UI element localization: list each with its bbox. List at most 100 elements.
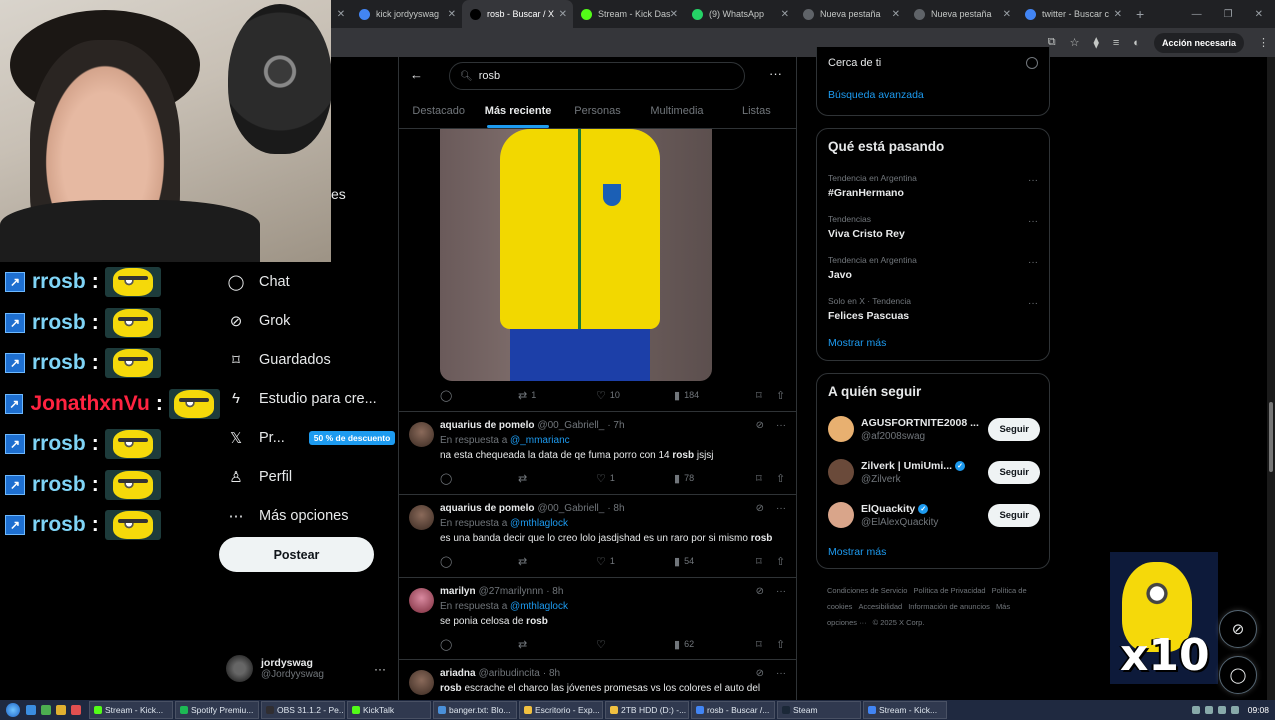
- tweet-timestamp[interactable]: · 8h: [546, 586, 563, 597]
- sidebar-item-lightning[interactable]: ϟ Estudio para cre...: [218, 379, 398, 418]
- reply-button[interactable]: ◯: [440, 638, 518, 651]
- tab-close-icon[interactable]: ✕: [1114, 9, 1122, 20]
- volume-icon[interactable]: [1230, 706, 1239, 714]
- tray-icon[interactable]: [1191, 706, 1200, 714]
- tweet-timestamp[interactable]: · 7h: [607, 420, 624, 431]
- quicklaunch-folder-icon[interactable]: [56, 705, 66, 715]
- tab-close-icon[interactable]: ✕: [331, 9, 351, 20]
- profile-avatar-icon[interactable]: ◐: [1133, 37, 1140, 49]
- sidebar-item-chat[interactable]: ◯ Chat: [218, 262, 398, 301]
- like-button[interactable]: ♡ 10: [596, 389, 674, 402]
- trend-more-icon[interactable]: ···: [1028, 175, 1038, 186]
- trend-item[interactable]: Solo en X · Tendencia Felices Pascuas ···: [828, 296, 1038, 322]
- extensions-icon[interactable]: ⧫: [1093, 36, 1098, 49]
- tweet-more-icon[interactable]: ···: [776, 503, 786, 514]
- reply-mention-link[interactable]: @_mmarianc: [510, 435, 570, 446]
- footer-link[interactable]: Política de Privacidad: [913, 586, 985, 595]
- browser-tab[interactable]: Stream - Kick Das ✕: [573, 0, 684, 28]
- tweet-author-handle[interactable]: @00_Gabriell_: [537, 503, 604, 514]
- account-more-icon[interactable]: ···: [374, 662, 386, 676]
- page-scrollbar[interactable]: [1267, 57, 1275, 700]
- taskbar-item[interactable]: Stream - Kick...: [863, 701, 947, 719]
- like-button[interactable]: ♡ 1: [596, 472, 674, 485]
- bookmark-button[interactable]: ⌑: [756, 472, 776, 485]
- more-options-icon[interactable]: ···: [769, 66, 782, 81]
- sidebar-item-bookmark[interactable]: ⌑ Guardados: [218, 340, 398, 379]
- like-button[interactable]: ♡: [596, 638, 674, 651]
- share-button[interactable]: ⇧: [776, 389, 785, 402]
- repost-button[interactable]: ⇄: [518, 555, 596, 568]
- tweet-author-name[interactable]: ariadna: [440, 668, 476, 679]
- tweet[interactable]: aquarius de pomelo @00_Gabriell_ · 7h En re…: [399, 411, 796, 494]
- tweet-author-name[interactable]: marilyn: [440, 586, 476, 597]
- follow-show-more-link[interactable]: Mostrar más: [828, 546, 886, 558]
- repost-button[interactable]: ⇄: [518, 638, 596, 651]
- tweet-more-icon[interactable]: ···: [776, 586, 786, 597]
- action-required-button[interactable]: Acción necesaria: [1153, 32, 1244, 53]
- avatar[interactable]: [409, 588, 434, 613]
- taskbar-item[interactable]: KickTalk: [347, 701, 431, 719]
- browser-tab[interactable]: (9) WhatsApp ✕: [684, 0, 795, 28]
- like-button[interactable]: ♡ 1: [596, 555, 674, 568]
- bookmark-button[interactable]: ⌑: [756, 555, 776, 568]
- tab-close-icon[interactable]: ✕: [448, 9, 456, 20]
- follow-suggestion[interactable]: ElQuackity ✓ @ElAlexQuackity Seguir: [828, 500, 1040, 530]
- messages-float-button[interactable]: ◯: [1219, 656, 1257, 694]
- tweet-timestamp[interactable]: · 8h: [543, 668, 560, 679]
- search-tab[interactable]: Más reciente: [478, 96, 557, 128]
- browser-tab[interactable]: rosb - Buscar / X ✕: [462, 0, 573, 28]
- tab-close-icon[interactable]: ✕: [892, 9, 900, 20]
- repost-button[interactable]: ⇄: [518, 472, 596, 485]
- new-tab-button[interactable]: +: [1128, 6, 1152, 22]
- browser-tab[interactable]: twitter - Buscar c ✕: [1017, 0, 1128, 28]
- taskbar-item[interactable]: Stream - Kick...: [89, 701, 173, 719]
- post-button[interactable]: Postear: [219, 537, 374, 572]
- follow-button[interactable]: Seguir: [988, 417, 1040, 441]
- trend-more-icon[interactable]: ···: [1028, 257, 1038, 268]
- trend-more-icon[interactable]: ···: [1028, 298, 1038, 309]
- tweet-author-handle[interactable]: @aribudincita: [479, 668, 540, 679]
- tweet-more-icon[interactable]: ···: [776, 668, 786, 679]
- trend-item[interactable]: Tendencias Viva Cristo Rey ···: [828, 214, 1038, 240]
- close-window-icon[interactable]: ✕: [1255, 9, 1263, 20]
- tray-icon[interactable]: [1204, 706, 1213, 714]
- share-button[interactable]: ⇧: [776, 638, 785, 651]
- tab-close-icon[interactable]: ✕: [559, 9, 567, 20]
- media-control-icon[interactable]: ≡: [1113, 37, 1119, 49]
- minimize-icon[interactable]: —: [1192, 9, 1202, 20]
- sidebar-item-more-options[interactable]: ⋯ Más opciones: [218, 496, 398, 535]
- follow-button[interactable]: Seguir: [988, 503, 1040, 527]
- footer-link[interactable]: Accesibilidad: [858, 602, 902, 611]
- tab-close-icon[interactable]: ✕: [781, 9, 789, 20]
- taskbar-item[interactable]: banger.txt: Blo...: [433, 701, 517, 719]
- scroll-thumb[interactable]: [1269, 402, 1273, 472]
- quicklaunch-app-icon[interactable]: [41, 705, 51, 715]
- search-tab[interactable]: Listas: [717, 96, 796, 128]
- grok-icon[interactable]: ⊘: [756, 420, 764, 431]
- bookmark-button[interactable]: ⌑: [756, 638, 776, 651]
- reply-mention-link[interactable]: @mthlaglock: [510, 601, 568, 612]
- browser-tab[interactable]: Nueva pestaña ✕: [795, 0, 906, 28]
- maximize-icon[interactable]: ❐: [1224, 9, 1233, 20]
- taskbar-item[interactable]: Steam: [777, 701, 861, 719]
- tweet[interactable]: aquarius de pomelo @00_Gabriell_ · 8h En re…: [399, 494, 796, 577]
- tweet-author-name[interactable]: aquarius de pomelo: [440, 503, 534, 514]
- sidebar-item-profile[interactable]: ♙ Perfil: [218, 457, 398, 496]
- trend-more-icon[interactable]: ···: [1028, 216, 1038, 227]
- footer-link[interactable]: Condiciones de Servicio: [827, 586, 907, 595]
- tweet-timestamp[interactable]: · 8h: [607, 503, 624, 514]
- grok-icon[interactable]: ⊘: [756, 668, 764, 679]
- search-input[interactable]: [478, 70, 719, 82]
- tab-close-icon[interactable]: ✕: [670, 9, 678, 20]
- tweet[interactable]: marilyn @27marilynnn · 8h En respuesta a @m…: [399, 577, 796, 659]
- tweet-author-handle[interactable]: @27marilynnn: [479, 586, 544, 597]
- bookmark-button[interactable]: ⌑: [756, 389, 776, 402]
- browser-tab[interactable]: kick jordyyswag ✕: [351, 0, 462, 28]
- tweet-more-icon[interactable]: ···: [776, 420, 786, 431]
- avatar[interactable]: [828, 502, 854, 528]
- follow-suggestion[interactable]: AGUSFORTNITE2008 ... @af2008swag Seguir: [828, 414, 1040, 444]
- search-tab[interactable]: Multimedia: [637, 96, 716, 128]
- views-button[interactable]: ▮ 184: [674, 389, 756, 402]
- browser-menu-icon[interactable]: ⋮: [1258, 36, 1269, 49]
- footer-link[interactable]: Información de anuncios: [908, 602, 990, 611]
